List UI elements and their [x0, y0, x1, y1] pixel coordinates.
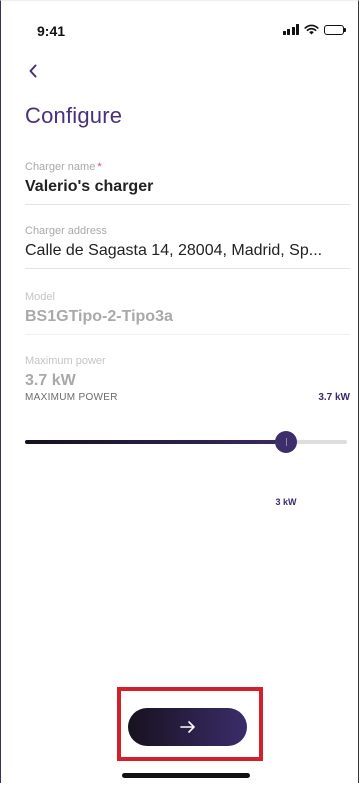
slider-thumb[interactable]	[275, 431, 297, 453]
chevron-left-icon	[29, 64, 37, 78]
slider-current-value: 3 kW	[275, 497, 297, 507]
model-label: Model	[25, 291, 55, 303]
model-field: Model BS1GTipo-2-Tipo3a	[25, 291, 350, 335]
cellular-signal-icon	[282, 24, 299, 35]
app-screen: 9:41 Configure Charger name * Valerio's c…	[0, 0, 359, 783]
home-indicator	[122, 773, 250, 778]
back-button[interactable]	[21, 59, 45, 83]
power-slider-max-label: 3.7 kW	[318, 392, 350, 403]
page-title: Configure	[25, 103, 123, 128]
battery-icon	[324, 24, 346, 35]
slider-grip-icon	[285, 438, 287, 446]
charger-address-label: Charger address	[25, 225, 107, 237]
wifi-icon	[304, 24, 319, 35]
highlight-box	[117, 687, 263, 761]
charger-address-input[interactable]: Calle de Sagasta 14, 28004, Madrid, Sp..…	[25, 242, 350, 268]
status-icons	[282, 24, 346, 35]
power-slider-label: MAXIMUM POWER	[25, 392, 118, 403]
charger-address-field[interactable]: Charger address Calle de Sagasta 14, 280…	[25, 225, 350, 269]
maximum-power-label: Maximum power	[25, 355, 106, 367]
charger-name-field[interactable]: Charger name * Valerio's charger	[25, 161, 350, 205]
power-slider[interactable]	[25, 431, 347, 453]
status-time: 9:41	[37, 23, 66, 39]
model-value: BS1GTipo-2-Tipo3a	[25, 308, 173, 325]
charger-name-input[interactable]: Valerio's charger	[25, 178, 350, 204]
charger-name-label: Charger name *	[25, 161, 350, 175]
power-slider-header: MAXIMUM POWER 3.7 kW	[25, 392, 350, 403]
charger-name-label-text: Charger name	[25, 161, 96, 173]
required-mark: *	[97, 161, 102, 173]
slider-fill	[25, 440, 286, 444]
